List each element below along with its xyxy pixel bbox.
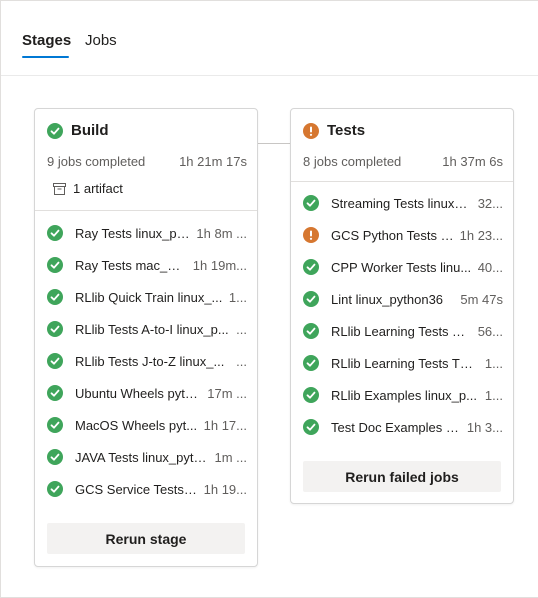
- job-row[interactable]: CPP Worker Tests linu... 40...: [303, 258, 503, 276]
- job-duration: 32...: [477, 195, 503, 211]
- job-duration: 56...: [477, 323, 503, 339]
- job-row[interactable]: RLlib Quick Train linux_... 1...: [47, 288, 247, 306]
- job-row[interactable]: Test Doc Examples li... 1h 3...: [303, 418, 503, 436]
- rerun-failed-jobs-button[interactable]: Rerun failed jobs: [303, 461, 501, 492]
- job-row[interactable]: Ray Tests linux_pyt... 1h 8m ...: [47, 224, 247, 242]
- job-duration: 1...: [228, 289, 247, 305]
- job-name: RLlib Tests J-to-Z linux_...: [75, 353, 225, 369]
- tab-stages[interactable]: Stages: [22, 32, 71, 50]
- tab-bar: Stages Jobs: [1, 1, 538, 76]
- job-duration: ...: [236, 353, 247, 369]
- artifact-link[interactable]: 1 artifact: [53, 181, 123, 196]
- pipeline-run-panel: Stages Jobs Build 9 jobs completed 1h 21…: [0, 0, 538, 598]
- success-check-icon: [47, 289, 63, 305]
- jobs-completed-text: 9 jobs completed: [47, 154, 146, 169]
- success-check-icon: [47, 353, 63, 369]
- job-name: Streaming Tests linux_...: [331, 195, 472, 211]
- job-duration: 1h 19m...: [192, 257, 247, 273]
- stage-duration: 1h 37m 6s: [442, 154, 503, 169]
- job-row[interactable]: RLlib Learning Tests TF ... 1...: [303, 354, 503, 372]
- job-duration: 1h 23...: [459, 227, 503, 243]
- success-check-icon: [47, 123, 63, 139]
- job-row[interactable]: RLlib Examples linux_p... 1...: [303, 386, 503, 404]
- job-row[interactable]: Streaming Tests linux_... 32...: [303, 194, 503, 212]
- active-tab-indicator: [22, 56, 69, 58]
- success-check-icon: [47, 385, 63, 401]
- success-check-icon: [47, 417, 63, 433]
- divider: [35, 210, 257, 211]
- stage-summary: 8 jobs completed 1h 37m 6s: [303, 154, 503, 169]
- job-name: Ubuntu Wheels pyth...: [75, 385, 202, 401]
- tab-jobs[interactable]: Jobs: [85, 32, 117, 50]
- job-duration: 1h 19...: [203, 481, 247, 497]
- job-name: JAVA Tests linux_pyth...: [75, 449, 209, 465]
- success-check-icon: [303, 259, 319, 275]
- job-duration: 1h 3...: [466, 419, 503, 435]
- stage-card-tests[interactable]: Tests 8 jobs completed 1h 37m 6s Streami…: [290, 108, 514, 504]
- divider: [291, 181, 513, 182]
- warning-exclamation-icon: [303, 123, 319, 139]
- job-name: Lint linux_python36: [331, 291, 444, 307]
- job-name: GCS Service Tests li...: [75, 481, 198, 497]
- job-name: RLlib Tests A-to-I linux_p...: [75, 321, 229, 337]
- job-duration: ...: [236, 321, 247, 337]
- job-name: RLlib Learning Tests TF ...: [331, 355, 479, 371]
- stage-title-row: Build: [47, 122, 109, 140]
- success-check-icon: [47, 321, 63, 337]
- job-name: CPP Worker Tests linu...: [331, 259, 472, 275]
- stage-name: Tests: [327, 122, 366, 139]
- artifact-count: 1 artifact: [73, 181, 123, 196]
- job-row[interactable]: RLlib Tests A-to-I linux_p... ...: [47, 320, 247, 338]
- job-name: MacOS Wheels pyt...: [75, 417, 198, 433]
- job-row[interactable]: Ubuntu Wheels pyth... 17m ...: [47, 384, 247, 402]
- stage-title-row: Tests: [303, 122, 365, 140]
- job-name: RLlib Quick Train linux_...: [75, 289, 223, 305]
- success-check-icon: [303, 291, 319, 307]
- success-check-icon: [303, 323, 319, 339]
- job-name: RLlib Learning Tests TF...: [331, 323, 472, 339]
- job-duration: 40...: [477, 259, 503, 275]
- job-row[interactable]: GCS Service Tests li... 1h 19...: [47, 480, 247, 498]
- job-name: Test Doc Examples li...: [331, 419, 461, 435]
- stage-connector-line: [257, 143, 291, 144]
- job-row[interactable]: GCS Python Tests li... 1h 23...: [303, 226, 503, 244]
- success-check-icon: [47, 449, 63, 465]
- job-duration: 1...: [484, 387, 503, 403]
- success-check-icon: [303, 387, 319, 403]
- job-duration: 1h 8m ...: [196, 225, 247, 241]
- job-duration: 5m 47s: [460, 291, 503, 307]
- job-duration: 1...: [484, 355, 503, 371]
- artifact-box-icon: [53, 182, 66, 195]
- stage-name: Build: [71, 122, 109, 139]
- success-check-icon: [47, 257, 63, 273]
- job-row[interactable]: Lint linux_python36 5m 47s: [303, 290, 503, 308]
- jobs-completed-text: 8 jobs completed: [303, 154, 402, 169]
- job-name: Ray Tests mac_pyt...: [75, 257, 187, 273]
- job-row[interactable]: MacOS Wheels pyt... 1h 17...: [47, 416, 247, 434]
- job-row[interactable]: Ray Tests mac_pyt... 1h 19m...: [47, 256, 247, 274]
- warning-exclamation-icon: [303, 227, 319, 243]
- success-check-icon: [303, 419, 319, 435]
- job-duration: 1m ...: [214, 449, 247, 465]
- stage-summary: 9 jobs completed 1h 21m 17s: [47, 154, 247, 169]
- success-check-icon: [47, 225, 63, 241]
- success-check-icon: [303, 355, 319, 371]
- job-duration: 1h 17...: [203, 417, 247, 433]
- job-row[interactable]: RLlib Tests J-to-Z linux_... ...: [47, 352, 247, 370]
- job-row[interactable]: RLlib Learning Tests TF... 56...: [303, 322, 503, 340]
- success-check-icon: [303, 195, 319, 211]
- job-duration: 17m ...: [207, 385, 247, 401]
- rerun-stage-button[interactable]: Rerun stage: [47, 523, 245, 554]
- success-check-icon: [47, 481, 63, 497]
- job-name: Ray Tests linux_pyt...: [75, 225, 191, 241]
- job-row[interactable]: JAVA Tests linux_pyth... 1m ...: [47, 448, 247, 466]
- stage-duration: 1h 21m 17s: [179, 154, 247, 169]
- job-name: GCS Python Tests li...: [331, 227, 454, 243]
- stage-card-build[interactable]: Build 9 jobs completed 1h 21m 17s 1 arti…: [34, 108, 258, 567]
- job-name: RLlib Examples linux_p...: [331, 387, 477, 403]
